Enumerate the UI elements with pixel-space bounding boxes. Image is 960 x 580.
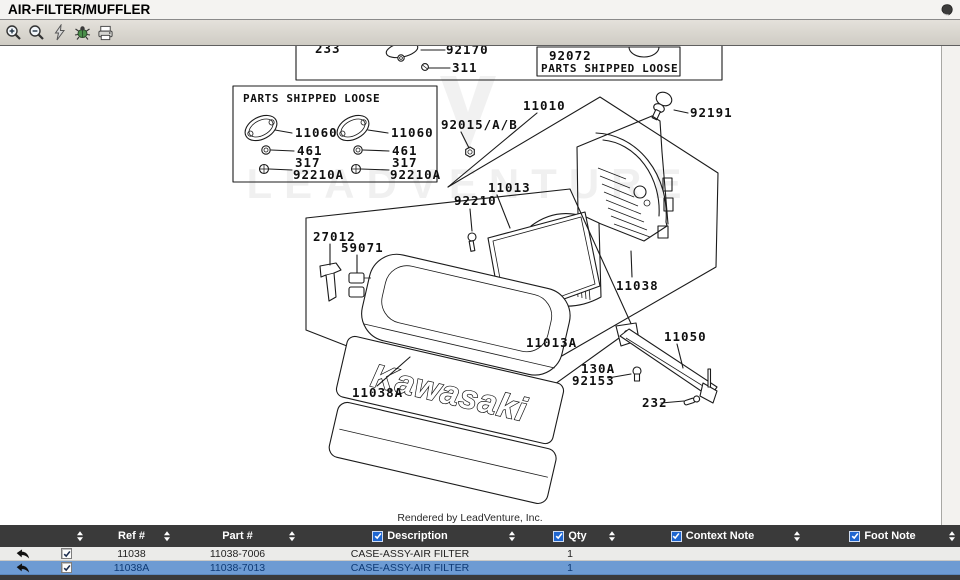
title-bar: AIR-FILTER/MUFFLER — [0, 0, 960, 20]
table-row-11038a[interactable]: 11038A11038-7013CASE-ASSY-AIR FILTER1 — [0, 561, 960, 575]
table-row-11038[interactable]: 1103811038-7006CASE-ASSY-AIR FILTER1 — [0, 547, 960, 561]
part-label-11038a[interactable]: 11038A — [352, 385, 403, 400]
ref-cell: 11038 — [88, 547, 175, 560]
column-checkbox-description[interactable] — [372, 531, 383, 542]
parts-diagram[interactable]: LEADVENTURE — [0, 46, 941, 525]
sort-icon[interactable] — [609, 531, 615, 541]
bolt-92210 — [468, 209, 476, 251]
sort-icon[interactable] — [77, 531, 83, 541]
sort-icon[interactable] — [949, 531, 955, 541]
locate-part-arrow-icon[interactable] — [15, 549, 30, 559]
part-label-232[interactable]: 232 — [642, 395, 668, 410]
part-cell: 11038-7006 — [175, 547, 300, 560]
zoom-in-icon[interactable] — [5, 24, 22, 41]
column-label: Ref # — [118, 530, 145, 542]
part-label-92015-a-b[interactable]: 92015/A/B — [441, 117, 518, 132]
part-label-92210[interactable]: 92210 — [454, 193, 497, 208]
column-header-description[interactable]: Description — [300, 525, 520, 547]
column-label: Part # — [222, 530, 253, 542]
part-label-311[interactable]: 311 — [452, 60, 478, 75]
part-label-233[interactable]: 233 — [315, 46, 341, 56]
part-label-11060[interactable]: 11060 — [295, 125, 338, 140]
column-checkbox-foot_note[interactable] — [849, 531, 860, 542]
part-label-92210a[interactable]: 92210A — [390, 167, 441, 182]
column-header-part[interactable]: Part # — [175, 525, 300, 547]
column-header-context_note[interactable]: Context Note — [620, 525, 805, 547]
rendered-by-credit: Rendered by LeadVenture, Inc. — [397, 512, 542, 524]
description-cell: CASE-ASSY-AIR FILTER — [300, 561, 520, 574]
ref-cell: 11038A — [88, 561, 175, 574]
page-title: AIR-FILTER/MUFFLER — [8, 0, 150, 19]
gasket-part — [241, 110, 281, 145]
row-checkbox[interactable] — [61, 562, 72, 573]
part-label-11038[interactable]: 11038 — [616, 278, 659, 293]
part-cell: 11038-7013 — [175, 561, 300, 574]
part-label-92191[interactable]: 92191 — [690, 105, 733, 120]
part-label-parts-shipped-loose[interactable]: PARTS SHIPPED LOOSE — [243, 92, 380, 105]
table-body: 1103811038-7006CASE-ASSY-AIR FILTER11103… — [0, 547, 960, 575]
column-header-foot_note[interactable]: Foot Note — [805, 525, 960, 547]
sort-icon[interactable] — [794, 531, 800, 541]
table-header-row: Ref # Part # Description Qty Context Note Foo… — [0, 525, 960, 547]
bolt-130a — [633, 367, 641, 381]
table-footer-strip — [0, 575, 960, 580]
column-checkbox-qty[interactable] — [553, 531, 564, 542]
screw-232 — [683, 395, 700, 406]
column-label: Foot Note — [864, 530, 915, 542]
bug-icon[interactable] — [74, 24, 91, 41]
locate-part-arrow-icon[interactable] — [15, 563, 30, 573]
sort-icon[interactable] — [289, 531, 295, 541]
gasket-part — [333, 110, 373, 145]
sort-icon[interactable] — [509, 531, 515, 541]
part-label-92072[interactable]: 92072 — [549, 48, 592, 63]
column-label: Qty — [568, 530, 586, 542]
zoom-out-icon[interactable] — [28, 24, 45, 41]
context-note-cell — [620, 547, 805, 560]
column-header-check[interactable] — [45, 525, 88, 547]
foot-note-cell — [805, 547, 960, 560]
hand-icon[interactable] — [939, 2, 955, 17]
foot-note-cell — [805, 561, 960, 574]
part-label-11010[interactable]: 11010 — [523, 98, 566, 113]
qty-cell: 1 — [520, 561, 620, 574]
part-label-92153[interactable]: 92153 — [572, 373, 615, 388]
column-header-qty[interactable]: Qty — [520, 525, 620, 547]
part-label-parts-shipped-loose[interactable]: PARTS SHIPPED LOOSE — [541, 62, 678, 75]
column-header-ref[interactable]: Ref # — [88, 525, 175, 547]
column-checkbox-context_note[interactable] — [671, 531, 682, 542]
description-cell: CASE-ASSY-AIR FILTER — [300, 547, 520, 560]
part-label-11060[interactable]: 11060 — [391, 125, 434, 140]
parts-table: Ref # Part # Description Qty Context Note Foo… — [0, 525, 960, 580]
row-checkbox[interactable] — [61, 548, 72, 559]
bolt-92191 — [652, 90, 688, 120]
lightning-icon[interactable] — [51, 24, 68, 41]
diagram-toolbar — [0, 20, 960, 46]
sort-icon[interactable] — [164, 531, 170, 541]
column-label: Context Note — [686, 530, 754, 542]
qty-cell: 1 — [520, 547, 620, 560]
diagram-canvas[interactable]: LEADVENTURE — [0, 46, 941, 525]
print-icon[interactable] — [97, 24, 114, 41]
context-note-cell — [620, 561, 805, 574]
part-label-59071[interactable]: 59071 — [341, 240, 384, 255]
part-label-11050[interactable]: 11050 — [664, 329, 707, 344]
part-label-11013a[interactable]: 11013A — [526, 335, 577, 350]
part-label-92210a[interactable]: 92210A — [293, 167, 344, 182]
vertical-scrollbar[interactable] — [941, 46, 960, 525]
part-label-92170[interactable]: 92170 — [446, 46, 489, 57]
column-label: Description — [387, 530, 448, 542]
parts-viewer-window: AIR-FILTER/MUFFLER — [0, 0, 960, 580]
column-header-select — [0, 525, 45, 547]
